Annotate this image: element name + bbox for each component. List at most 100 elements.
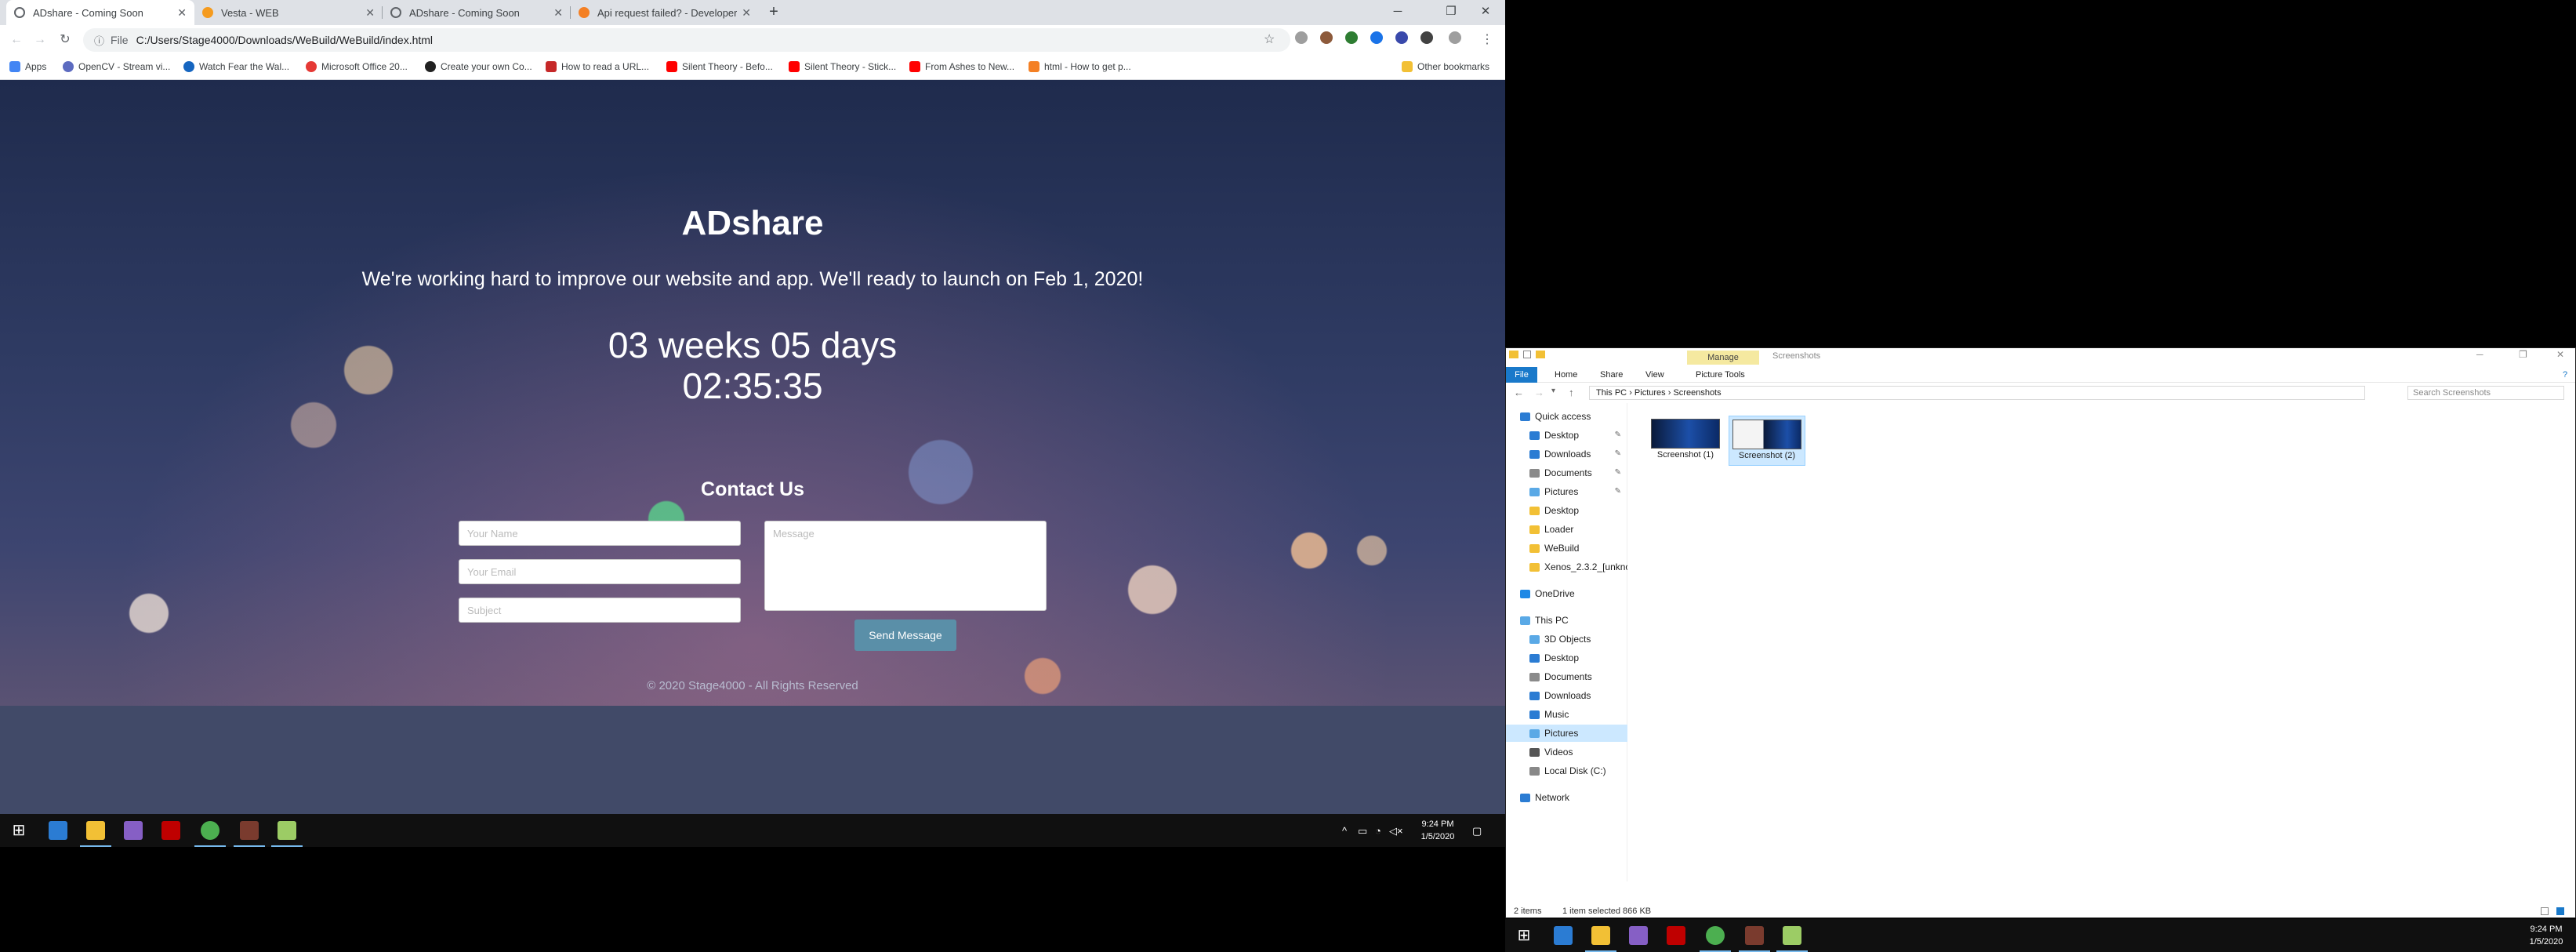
nav-item-desktop[interactable]: Desktop ✎ <box>1506 427 1627 444</box>
manage-context-tab[interactable]: Manage <box>1687 351 1759 365</box>
tray-chevron-icon[interactable]: ^ <box>1342 825 1347 837</box>
visual-studio-icon[interactable] <box>1629 926 1648 945</box>
close-icon[interactable]: ✕ <box>365 6 375 20</box>
large-icons-view-icon[interactable] <box>2556 907 2564 915</box>
pin-icon[interactable]: ✎ <box>1615 483 1621 500</box>
nav-item-loader[interactable]: Loader <box>1506 521 1627 538</box>
chrome-icon[interactable] <box>194 821 226 847</box>
tab-view[interactable]: View <box>1638 367 1672 383</box>
nav-item-webuild[interactable]: WeBuild <box>1506 540 1627 557</box>
winrar-icon[interactable] <box>234 821 265 847</box>
volume-icon[interactable]: ◁× <box>1389 825 1403 838</box>
nav-item-desktop[interactable]: Desktop <box>1506 502 1627 519</box>
name-input[interactable] <box>459 521 741 546</box>
extension-cookie-icon[interactable] <box>1320 31 1333 44</box>
breadcrumb-this-pc[interactable]: This PC <box>1596 388 1627 398</box>
windows-start-icon[interactable]: ⊞ <box>1515 926 1533 945</box>
breadcrumb-screenshots[interactable]: Screenshots <box>1673 388 1721 398</box>
chrome-menu-icon[interactable]: ⋮ <box>1478 31 1496 49</box>
tab-picture-tools[interactable]: Picture Tools <box>1688 367 1753 383</box>
notifications-icon[interactable]: ▢ <box>1472 825 1482 838</box>
forward-icon[interactable]: → <box>1534 387 1544 398</box>
bookmark-item[interactable]: html - How to get p... <box>1029 61 1131 72</box>
nav-item-music[interactable]: Music <box>1506 706 1627 723</box>
nav-item-this-pc[interactable]: This PC <box>1506 612 1627 629</box>
close-icon[interactable]: ✕ <box>742 6 751 20</box>
tab-adshare-2[interactable]: ADshare - Coming Soon ✕ <box>383 0 571 25</box>
chrome-icon[interactable] <box>1700 926 1731 952</box>
tab-share[interactable]: Share <box>1592 367 1631 383</box>
properties-icon[interactable] <box>1523 351 1531 358</box>
bookmark-item[interactable]: From Ashes to New... <box>909 61 1014 72</box>
bookmark-item[interactable]: Silent Theory - Befo... <box>666 61 773 72</box>
email-input[interactable] <box>459 559 741 584</box>
nav-item-pictures[interactable]: Pictures <box>1506 725 1627 742</box>
reload-button[interactable]: ↻ <box>56 31 74 49</box>
nav-item-desktop[interactable]: Desktop <box>1506 649 1627 667</box>
tab-home[interactable]: Home <box>1547 367 1585 383</box>
nav-item-downloads[interactable]: Downloads <box>1506 687 1627 704</box>
network-icon[interactable]: ◔ <box>1375 825 1381 837</box>
bookmark-item[interactable]: Watch Fear the Wal... <box>183 61 289 72</box>
file-explorer-icon[interactable] <box>80 821 111 847</box>
nav-item-network[interactable]: Network <box>1506 789 1627 806</box>
filezilla-icon[interactable] <box>161 821 180 840</box>
pin-icon[interactable]: ✎ <box>1615 445 1621 463</box>
breadcrumb-pictures[interactable]: Pictures <box>1634 388 1666 398</box>
pin-icon[interactable]: ✎ <box>1615 427 1621 444</box>
bookmark-item[interactable]: How to read a URL... <box>546 61 649 72</box>
tab-file[interactable]: File <box>1506 367 1537 383</box>
file-screenshot-2[interactable]: Screenshot (2) <box>1729 416 1805 466</box>
back-button[interactable]: ← <box>8 31 25 49</box>
file-screenshot-1[interactable]: Screenshot (1) <box>1647 416 1724 466</box>
maximize-button[interactable]: ❐ <box>1433 0 1469 25</box>
extension-cloud-icon[interactable] <box>1295 31 1308 44</box>
close-window-button[interactable]: ✕ <box>2556 349 2564 360</box>
nav-item-videos[interactable]: Videos <box>1506 743 1627 761</box>
recent-locations-icon[interactable]: ▾ <box>1551 387 1555 395</box>
bookmark-star-icon[interactable]: ☆ <box>1264 31 1275 47</box>
tab-adshare-1[interactable]: ADshare - Coming Soon ✕ <box>6 0 194 25</box>
file-explorer-icon[interactable] <box>1585 926 1616 952</box>
battery-icon[interactable]: ▭ <box>1358 825 1367 838</box>
details-view-icon[interactable] <box>2541 907 2549 915</box>
nav-item-pictures[interactable]: Pictures ✎ <box>1506 483 1627 500</box>
minimize-button[interactable]: ─ <box>1380 0 1416 25</box>
back-icon[interactable]: ← <box>1514 387 1524 398</box>
tab-stackoverflow[interactable]: Api request failed? - Developers ✕ <box>571 0 759 25</box>
nav-item-documents[interactable]: Documents <box>1506 668 1627 685</box>
subject-input[interactable] <box>459 598 741 623</box>
bookmark-item[interactable]: Silent Theory - Stick... <box>789 61 896 72</box>
nav-item-downloads[interactable]: Downloads ✎ <box>1506 445 1627 463</box>
up-icon[interactable]: ↑ <box>1569 387 1574 398</box>
extension-gear-icon[interactable] <box>1395 31 1408 44</box>
extension-shield-icon[interactable] <box>1345 31 1358 44</box>
explorer-search-input[interactable]: Search Screenshots <box>2407 386 2564 400</box>
edge-icon[interactable] <box>1554 926 1573 945</box>
nav-item-3d-objects[interactable]: 3D Objects <box>1506 630 1627 648</box>
notepad-plus-icon[interactable] <box>271 821 303 847</box>
taskbar-clock[interactable]: 9:24 PM 1/5/2020 <box>2523 923 2570 948</box>
message-textarea[interactable] <box>764 521 1047 611</box>
forward-button[interactable]: → <box>31 31 49 49</box>
nav-item-onedrive[interactable]: OneDrive <box>1506 585 1627 602</box>
address-bar[interactable]: ⓘ File C:/Users/Stage4000/Downloads/WeBu… <box>83 28 1290 52</box>
extension-puzzle-icon[interactable] <box>1420 31 1433 44</box>
winrar-icon[interactable] <box>1739 926 1770 952</box>
nav-item-documents[interactable]: Documents ✎ <box>1506 464 1627 481</box>
tab-vesta[interactable]: Vesta - WEB ✕ <box>194 0 383 25</box>
other-bookmarks[interactable]: Other bookmarks <box>1402 61 1489 72</box>
info-icon[interactable]: ⓘ <box>94 33 104 48</box>
nav-item-local-disk-c[interactable]: Local Disk (C:) <box>1506 762 1627 779</box>
pin-icon[interactable]: ✎ <box>1615 464 1621 481</box>
close-icon[interactable]: ✕ <box>177 6 187 20</box>
minimize-button[interactable]: ─ <box>2476 349 2483 360</box>
send-message-button[interactable]: Send Message <box>854 620 956 651</box>
maximize-button[interactable]: ❐ <box>2519 349 2527 360</box>
visual-studio-icon[interactable] <box>124 821 143 840</box>
close-window-button[interactable]: ✕ <box>1468 0 1504 25</box>
bookmark-item[interactable]: Create your own Co... <box>425 61 532 72</box>
taskbar-clock[interactable]: 9:24 PM 1/5/2020 <box>1414 818 1461 843</box>
extension-blue-icon[interactable] <box>1370 31 1383 44</box>
edge-icon[interactable] <box>49 821 67 840</box>
